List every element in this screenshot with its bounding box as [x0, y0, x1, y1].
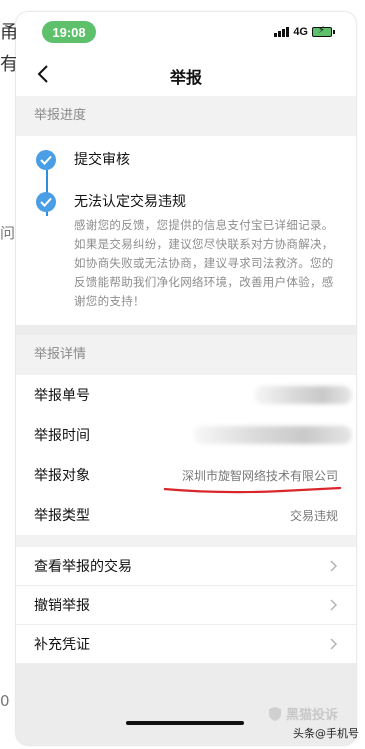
background-text: 0: [0, 692, 10, 710]
red-underline-annotation: [163, 486, 342, 494]
redacted-value: [254, 386, 352, 404]
step-title: 提交审核: [74, 152, 130, 168]
phone-screenshot: 19:08 4G ⚡ 举报 举报进度 提交审核 无法认定交易违规 感谢您的反馈，…: [16, 12, 356, 745]
detail-value: 深圳市旋智网络技术有限公司: [181, 468, 338, 483]
detail-row-report-time: 举报时间: [16, 415, 356, 455]
step-title: 无法认定交易违规: [74, 194, 186, 210]
timeline-step: 无法认定交易违规 感谢您的反馈，您提供的信息支付宝已详细记录。如果是交易纠纷，建…: [34, 190, 338, 311]
nav-bar: 举报: [16, 54, 356, 96]
chevron-right-icon: [330, 599, 338, 611]
chevron-right-icon: [330, 638, 338, 650]
detail-row-report-id: 举报单号: [16, 375, 356, 415]
battery-icon: ⚡: [312, 25, 335, 37]
detail-label: 举报对象: [34, 468, 90, 484]
detail-value: 交易违规: [289, 508, 338, 523]
detail-row-report-target: 举报对象 深圳市旋智网络技术有限公司: [16, 455, 356, 495]
menu-label: 撤销举报: [34, 598, 90, 614]
add-evidence-item[interactable]: 补充凭证: [16, 625, 356, 664]
redacted-value: [194, 426, 352, 444]
source-tag-text: 头条@手机号: [293, 727, 359, 740]
details-section-label: 举报详情: [16, 335, 356, 375]
chevron-right-icon: [330, 560, 338, 572]
detail-label: 举报类型: [34, 508, 90, 524]
detail-label: 举报时间: [34, 428, 90, 444]
check-icon: [36, 192, 56, 212]
status-time: 19:08: [42, 21, 96, 43]
menu-label: 查看举报的交易: [34, 559, 132, 575]
progress-timeline: 提交审核 无法认定交易违规 感谢您的反馈，您提供的信息支付宝已详细记录。如果是交…: [16, 136, 356, 325]
watermark-text: 黑猫投诉: [285, 708, 338, 723]
withdraw-report-item[interactable]: 撤销举报: [16, 586, 356, 625]
step-description: 感谢您的反馈，您提供的信息支付宝已详细记录。如果是交易纠纷，建议您尽快联系对方协…: [74, 218, 334, 308]
source-tag: 头条@手机号: [293, 725, 359, 741]
view-transaction-item[interactable]: 查看举报的交易: [16, 547, 356, 586]
menu-label: 补充凭证: [34, 637, 90, 653]
detail-label: 举报单号: [34, 388, 90, 404]
detail-row-report-type: 举报类型 交易违规: [16, 495, 356, 535]
progress-section-label: 举报进度: [16, 96, 356, 136]
page-title: 举报: [169, 68, 202, 87]
watermark: 黑猫投诉: [268, 704, 338, 723]
timeline-step: 提交审核: [34, 148, 338, 172]
check-icon: [36, 150, 56, 170]
status-bar: 19:08 4G ⚡: [16, 12, 356, 54]
network-type: 4G: [293, 26, 308, 38]
home-indicator: [126, 721, 244, 725]
signal-icon: [274, 27, 290, 37]
shield-icon: [268, 706, 281, 721]
background-text: 问: [0, 224, 16, 242]
